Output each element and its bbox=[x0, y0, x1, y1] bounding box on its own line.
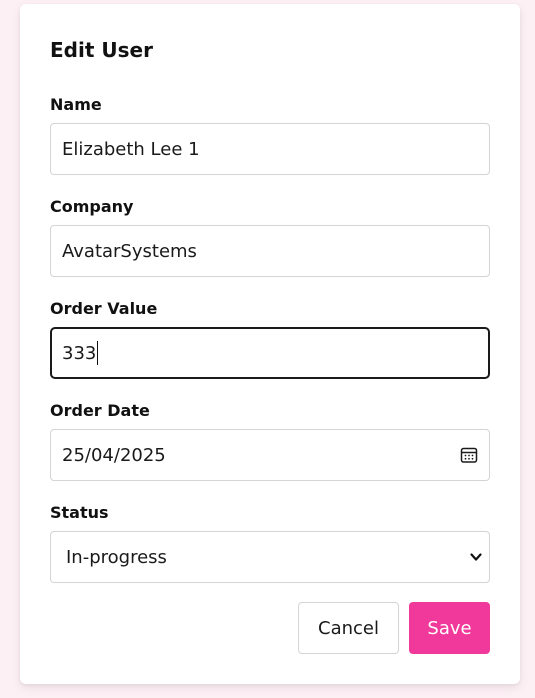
chevron-down-icon bbox=[469, 550, 483, 564]
name-value: Elizabeth Lee 1 bbox=[62, 138, 200, 160]
order-date-value: 25/04/2025 bbox=[62, 444, 166, 466]
status-value: In-progress bbox=[66, 546, 167, 568]
cancel-button[interactable]: Cancel bbox=[298, 602, 399, 654]
company-value: AvatarSystems bbox=[62, 240, 197, 262]
dialog-title: Edit User bbox=[50, 38, 153, 62]
company-input[interactable]: AvatarSystems bbox=[50, 225, 490, 277]
order-date-label: Order Date bbox=[50, 401, 150, 420]
name-label: Name bbox=[50, 95, 102, 114]
order-date-input[interactable]: 25/04/2025 bbox=[50, 429, 490, 481]
order-value-label: Order Value bbox=[50, 299, 158, 318]
status-select[interactable]: In-progress bbox=[50, 531, 490, 583]
company-label: Company bbox=[50, 197, 134, 216]
text-caret bbox=[97, 341, 99, 365]
calendar-icon[interactable] bbox=[460, 446, 478, 464]
edit-user-dialog: Edit User Name Elizabeth Lee 1 Company A… bbox=[20, 4, 520, 684]
status-label: Status bbox=[50, 503, 109, 522]
order-value-value: 333 bbox=[62, 342, 97, 364]
order-value-input[interactable]: 333 bbox=[50, 327, 490, 379]
name-input[interactable]: Elizabeth Lee 1 bbox=[50, 123, 490, 175]
save-button[interactable]: Save bbox=[409, 602, 490, 654]
